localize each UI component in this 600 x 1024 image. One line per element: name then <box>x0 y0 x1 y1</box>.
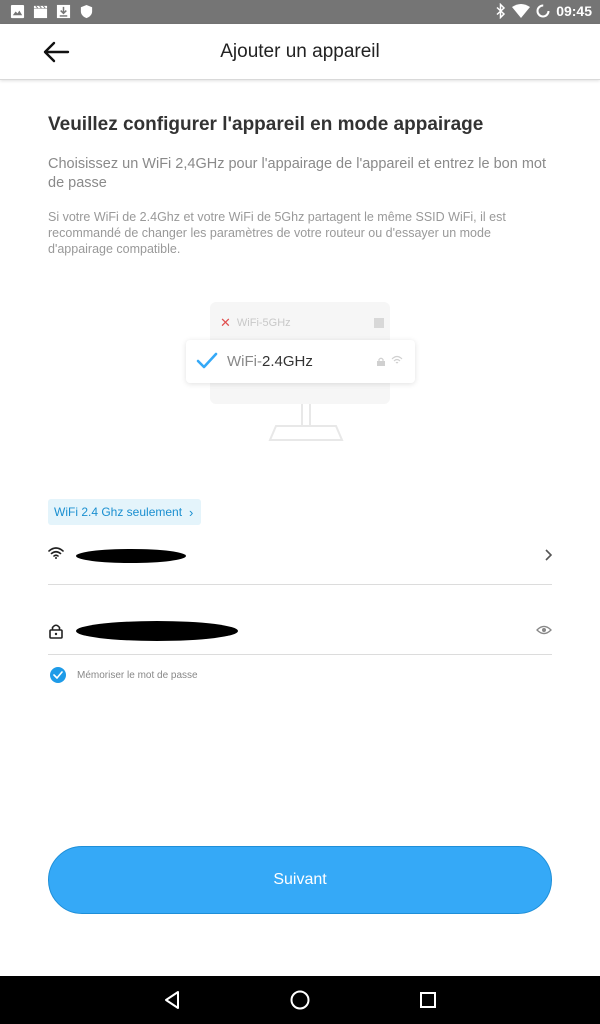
wifi-only-label: WiFi 2.4 Ghz seulement <box>54 505 183 519</box>
battery-charging-icon <box>536 4 550 18</box>
redacted-ssid <box>76 549 186 563</box>
next-button[interactable]: Suivant <box>48 846 552 914</box>
status-time: 09:45 <box>556 3 592 19</box>
chevron-right-icon[interactable] <box>544 549 552 561</box>
lock-icon <box>49 624 63 639</box>
image-icon <box>10 4 25 19</box>
main-note: Si votre WiFi de 2.4Ghz et votre WiFi de… <box>48 210 506 256</box>
lock-icon <box>377 357 385 366</box>
ssid-field[interactable] <box>48 535 552 585</box>
download-icon <box>56 4 71 19</box>
home-circle-icon[interactable] <box>288 988 312 1012</box>
status-bar: 09:45 <box>0 0 600 24</box>
wifi-5g-label: WiFi-5GHz <box>236 317 291 329</box>
wifi-24-label: WiFi-2.4GHz <box>227 353 313 370</box>
square-marker <box>374 318 384 328</box>
chevron-right-icon: › <box>189 504 194 520</box>
check-icon <box>196 352 218 369</box>
wifi-signal-icon <box>512 4 531 18</box>
password-value[interactable] <box>76 619 276 641</box>
main-description: Choisissez un WiFi 2,4GHz pour l'appaira… <box>48 156 546 191</box>
remember-password[interactable]: Mémoriser le mot de passe <box>50 667 198 683</box>
page-title: Ajouter un appareil <box>220 41 380 62</box>
recents-square-icon[interactable] <box>416 988 440 1012</box>
clapper-icon <box>33 5 48 19</box>
eye-icon[interactable] <box>536 625 552 635</box>
wifi-icon <box>48 547 64 559</box>
system-nav-bar <box>0 976 600 1024</box>
shield-icon <box>80 4 93 19</box>
wifi-24-card: WiFi-2.4GHz <box>186 340 415 383</box>
bluetooth-icon <box>496 3 506 19</box>
main-heading: Veuillez configurer l'appareil en mode a… <box>48 114 484 135</box>
back-triangle-icon[interactable] <box>160 988 184 1012</box>
redacted-password <box>76 621 238 641</box>
app-header: Ajouter un appareil <box>0 24 600 80</box>
password-field[interactable] <box>48 607 552 655</box>
monitor-stand <box>268 404 344 441</box>
checkbox-checked-icon[interactable] <box>50 667 66 683</box>
wifi-icon <box>391 355 403 364</box>
wifi-5g-row: ✕ WiFi-5GHz <box>220 314 384 332</box>
wifi-only-badge[interactable]: WiFi 2.4 Ghz seulement › <box>48 499 202 525</box>
wifi-illustration: ✕ WiFi-5GHz WiFi-2.4GHz <box>186 302 416 444</box>
ssid-value[interactable] <box>76 545 236 567</box>
cross-icon: ✕ <box>220 315 231 330</box>
remember-password-label: Mémoriser le mot de passe <box>77 669 198 681</box>
